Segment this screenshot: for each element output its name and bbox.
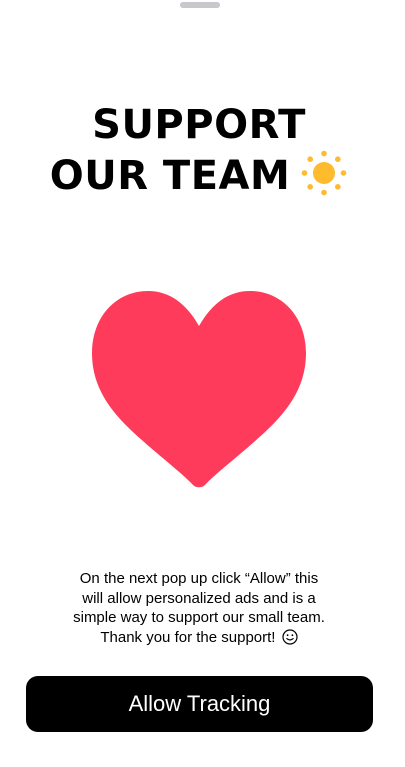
- title-line-1: SUPPORT: [92, 102, 306, 148]
- heart-icon: [92, 291, 306, 488]
- page-title: SUPPORT OUR TEAM: [0, 101, 398, 200]
- tracking-prompt-screen: SUPPORT OUR TEAM On the next pop up clic…: [0, 0, 405, 767]
- sun-icon: [301, 150, 347, 196]
- allow-tracking-button[interactable]: Allow Tracking: [26, 676, 373, 732]
- message-line-4: Thank you for the support!: [100, 628, 276, 646]
- title-line-2-text: OUR TEAM: [49, 153, 291, 199]
- smiley-icon: [282, 628, 298, 645]
- message-line-3: simple way to support our small team.: [73, 609, 325, 626]
- tracking-explanation: On the next pop up click “Allow” this wi…: [40, 569, 358, 647]
- message-line-1: On the next pop up click “Allow” this: [79, 570, 319, 587]
- message-line-2: will allow personalized ads and is a: [82, 589, 316, 607]
- sheet-grabber[interactable]: [180, 2, 220, 8]
- title-line-2: OUR TEAM: [0, 149, 398, 200]
